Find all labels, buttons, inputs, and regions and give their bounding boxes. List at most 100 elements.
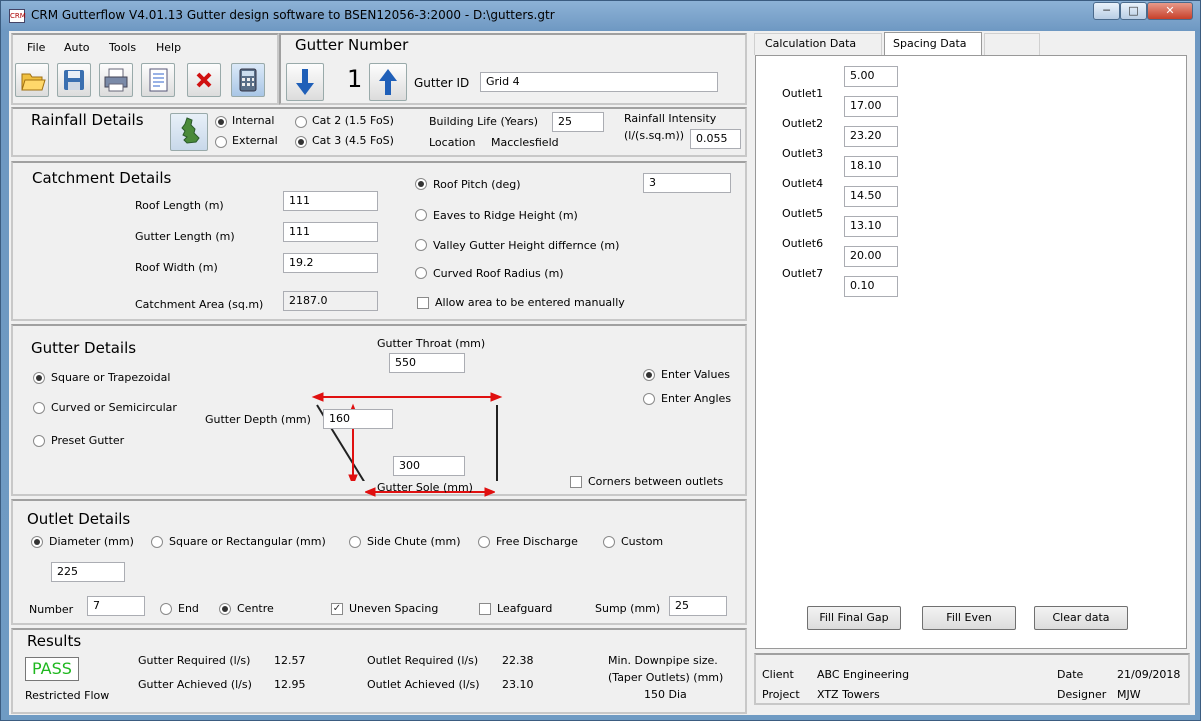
fill-final-gap-button[interactable]: Fill Final Gap xyxy=(807,606,901,630)
gutter-required-label: Gutter Required (l/s) xyxy=(138,654,251,667)
tab-spacing-data[interactable]: Spacing Data xyxy=(884,32,982,56)
spacing-input-2[interactable]: 23.20 xyxy=(844,126,898,147)
diameter-radio[interactable] xyxy=(31,536,43,548)
intensity-label-2: (l/(s.sq.m)) xyxy=(624,129,685,142)
gutter-number-value: 1 xyxy=(347,65,363,93)
end-label: End xyxy=(178,602,199,615)
centre-label: Centre xyxy=(237,602,274,615)
spacing-input-0[interactable]: 5.00 xyxy=(844,66,898,87)
square-trapezoidal-radio[interactable] xyxy=(33,372,45,384)
intensity-input[interactable]: 0.055 xyxy=(690,129,741,149)
spacing-input-1[interactable]: 17.00 xyxy=(844,96,898,117)
outlet-required-label: Outlet Required (l/s) xyxy=(367,654,479,667)
gutter-heading: Gutter Details xyxy=(31,339,137,357)
location-map-button[interactable] xyxy=(170,113,208,151)
calculate-button[interactable] xyxy=(231,63,265,97)
depth-label: Gutter Depth (mm) xyxy=(205,413,311,426)
menu-file[interactable]: File xyxy=(27,41,45,54)
corners-checkbox[interactable] xyxy=(570,476,582,488)
eaves-radio[interactable] xyxy=(415,209,427,221)
roof-pitch-input[interactable]: 3 xyxy=(643,173,731,193)
cat3-radio[interactable] xyxy=(295,136,307,148)
spacing-input-4[interactable]: 14.50 xyxy=(844,186,898,207)
roof-pitch-radio[interactable] xyxy=(415,178,427,190)
outlet-label-3: Outlet3 xyxy=(782,147,824,160)
number-input[interactable]: 7 xyxy=(87,596,145,616)
custom-radio[interactable] xyxy=(603,536,615,548)
building-life-input[interactable]: 25 xyxy=(552,112,604,132)
previous-gutter-button[interactable] xyxy=(286,63,324,101)
diameter-label: Diameter (mm) xyxy=(49,535,134,548)
roof-width-input[interactable]: 19.2 xyxy=(283,253,378,273)
side-chute-label: Side Chute (mm) xyxy=(367,535,461,548)
curved-roof-radio[interactable] xyxy=(415,267,427,279)
minimize-button[interactable]: ─ xyxy=(1093,2,1120,20)
spacing-input-5[interactable]: 13.10 xyxy=(844,216,898,237)
delete-button[interactable] xyxy=(187,63,221,97)
next-gutter-button[interactable] xyxy=(369,63,407,101)
tab-calculation-data[interactable]: Calculation Data xyxy=(754,33,882,55)
menu-toolbar-panel: File Auto Tools Help xyxy=(11,33,279,105)
open-button[interactable] xyxy=(15,63,49,97)
designer-value: MJW xyxy=(1117,688,1141,701)
close-button[interactable]: ✕ xyxy=(1147,2,1193,20)
external-radio[interactable] xyxy=(215,136,227,148)
gutter-length-input[interactable]: 111 xyxy=(283,222,378,242)
uneven-spacing-checkbox[interactable]: ✓ xyxy=(331,603,343,615)
menu-help[interactable]: Help xyxy=(156,41,181,54)
print-button[interactable] xyxy=(99,63,133,97)
maximize-button[interactable]: □ xyxy=(1120,2,1147,20)
gutter-required-value: 12.57 xyxy=(274,654,306,667)
downpipe-label-2: (Taper Outlets) (mm) xyxy=(608,671,724,684)
roof-length-input[interactable]: 111 xyxy=(283,191,378,211)
clear-data-button[interactable]: Clear data xyxy=(1034,606,1128,630)
spacing-input-7[interactable]: 0.10 xyxy=(844,276,898,297)
valley-label: Valley Gutter Height differnce (m) xyxy=(433,239,620,252)
preset-gutter-radio[interactable] xyxy=(33,435,45,447)
curved-semicircular-radio[interactable] xyxy=(33,402,45,414)
tab-empty xyxy=(984,33,1040,55)
gutter-achieved-label: Gutter Achieved (l/s) xyxy=(138,678,252,691)
diameter-input[interactable]: 225 xyxy=(51,562,125,582)
manual-area-label: Allow area to be entered manually xyxy=(435,296,625,309)
sump-input[interactable]: 25 xyxy=(669,596,727,616)
sole-input[interactable]: 300 xyxy=(393,456,465,476)
internal-radio[interactable] xyxy=(215,116,227,128)
title-bar[interactable]: CRM CRM Gutterflow V4.01.13 Gutter desig… xyxy=(1,1,1201,31)
catchment-heading: Catchment Details xyxy=(32,169,172,187)
building-life-label: Building Life (Years) xyxy=(429,115,539,128)
menu-auto[interactable]: Auto xyxy=(64,41,90,54)
free-discharge-radio[interactable] xyxy=(478,536,490,548)
valley-radio[interactable] xyxy=(415,239,427,251)
outlet-label-5: Outlet5 xyxy=(782,207,824,220)
spacing-input-6[interactable]: 20.00 xyxy=(844,246,898,267)
menu-tools[interactable]: Tools xyxy=(109,41,136,54)
restricted-flow-label: Restricted Flow xyxy=(25,689,110,702)
fill-even-button[interactable]: Fill Even xyxy=(922,606,1016,630)
enter-angles-radio[interactable] xyxy=(643,393,655,405)
spacing-input-3[interactable]: 18.10 xyxy=(844,156,898,177)
gutter-id-label: Gutter ID xyxy=(414,76,470,90)
application-window: CRM CRM Gutterflow V4.01.13 Gutter desig… xyxy=(0,0,1201,721)
square-rect-radio[interactable] xyxy=(151,536,163,548)
downpipe-value: 150 Dia xyxy=(644,688,687,701)
manual-area-checkbox[interactable] xyxy=(417,297,429,309)
report-button[interactable] xyxy=(141,63,175,97)
throat-input[interactable]: 550 xyxy=(389,353,465,373)
gutter-id-input[interactable]: Grid 4 xyxy=(480,72,718,92)
centre-radio[interactable] xyxy=(219,603,231,615)
gutter-number-panel: Gutter Number 1 Gutter ID Grid 4 xyxy=(279,33,747,105)
enter-values-radio[interactable] xyxy=(643,369,655,381)
leafguard-checkbox[interactable] xyxy=(479,603,491,615)
close-icon: ✕ xyxy=(1165,4,1175,17)
report-icon xyxy=(149,68,168,92)
cat2-radio[interactable] xyxy=(295,116,307,128)
results-panel: Results PASS Restricted Flow Gutter Requ… xyxy=(11,628,747,714)
side-chute-radio[interactable] xyxy=(349,536,361,548)
catchment-area-field: 2187.0 xyxy=(283,291,378,311)
square-rect-label: Square or Rectangular (mm) xyxy=(169,535,326,548)
date-label: Date xyxy=(1057,668,1084,681)
end-radio[interactable] xyxy=(160,603,172,615)
save-button[interactable] xyxy=(57,63,91,97)
depth-input[interactable]: 160 xyxy=(323,409,393,429)
